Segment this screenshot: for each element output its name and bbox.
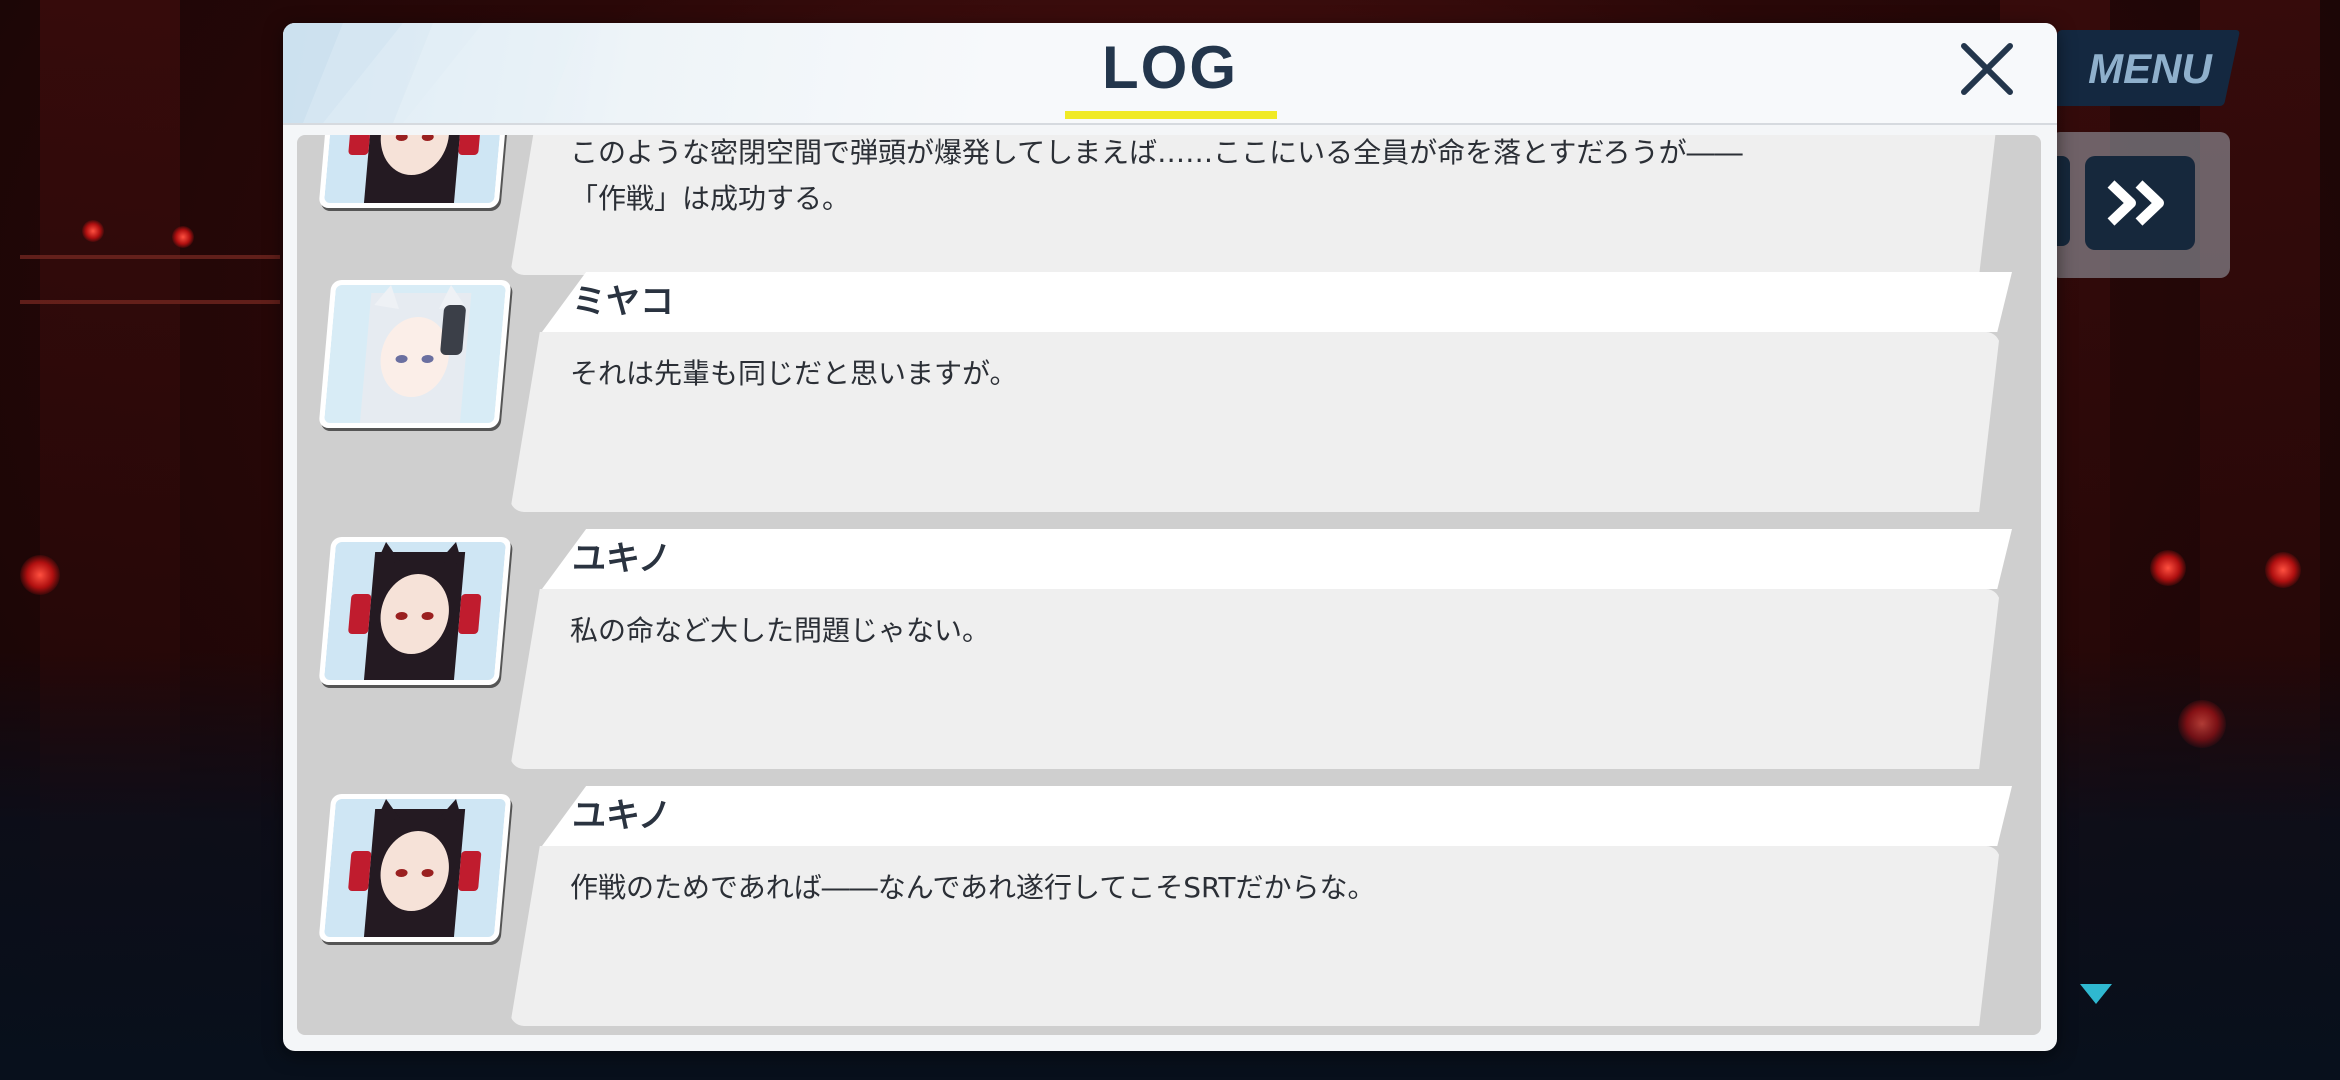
speaker-name: ミヤコ: [572, 282, 674, 322]
red-lamp: [82, 220, 104, 242]
miyako-portrait-icon: [323, 285, 507, 423]
red-lamp: [2150, 550, 2186, 586]
character-portrait: [318, 537, 512, 685]
yukino-portrait-icon: [323, 135, 507, 203]
speaker-name-bar: [542, 272, 2012, 332]
yukino-portrait-icon: [323, 542, 507, 680]
speaker-name: ユキノ: [572, 796, 672, 836]
log-dialog: LOG このような密閉空間で弾頭が爆発してしまえば……ここにいる全員が命を落とす…: [283, 23, 2057, 1051]
yukino-portrait-icon: [323, 799, 507, 937]
character-portrait: [318, 280, 512, 428]
menu-button[interactable]: MENU: [2060, 34, 2240, 104]
character-portrait: [318, 794, 512, 942]
log-entry: このような密閉空間で弾頭が爆発してしまえば……ここにいる全員が命を落とすだろうが…: [297, 135, 2041, 275]
background-rail: [20, 255, 280, 259]
log-entry: ミヤコ それは先輩も同じだと思いますが。: [297, 272, 2041, 520]
fast-forward-button[interactable]: [2085, 156, 2195, 250]
message-text: このような密閉空間で弾頭が爆発してしまえば……ここにいる全員が命を落とすだろうが…: [570, 136, 1743, 215]
character-portrait: [318, 135, 512, 208]
scroll-down-indicator[interactable]: [2080, 984, 2112, 1004]
background-rail: [20, 300, 280, 304]
red-lamp: [2265, 552, 2301, 588]
message-text: それは先輩も同じだと思いますが。: [570, 357, 1018, 390]
log-title: LOG: [1102, 34, 1238, 101]
log-dialog-header: LOG: [283, 23, 2057, 125]
log-entry: ユキノ 私の命など大した問題じゃない。: [297, 529, 2041, 777]
message-text: 作戦のためであれば――なんであれ遂行してこそSRTだからな。: [570, 871, 1376, 904]
fast-forward-icon: [2107, 180, 2164, 226]
red-lamp: [20, 555, 60, 595]
log-list[interactable]: このような密閉空間で弾頭が爆発してしまえば……ここにいる全員が命を落とすだろうが…: [297, 135, 2041, 1035]
close-icon: [1961, 43, 2013, 95]
title-underline: [1065, 111, 1277, 119]
speaker-name-bar: [542, 529, 2012, 589]
close-button[interactable]: [1957, 39, 2017, 99]
log-entry: ユキノ 作戦のためであれば――なんであれ遂行してこそSRTだからな。: [297, 786, 2041, 1034]
speaker-name: ユキノ: [572, 539, 672, 579]
message-text: 私の命など大した問題じゃない。: [570, 614, 991, 647]
red-lamp: [172, 226, 194, 248]
speaker-name-bar: [542, 786, 2012, 846]
